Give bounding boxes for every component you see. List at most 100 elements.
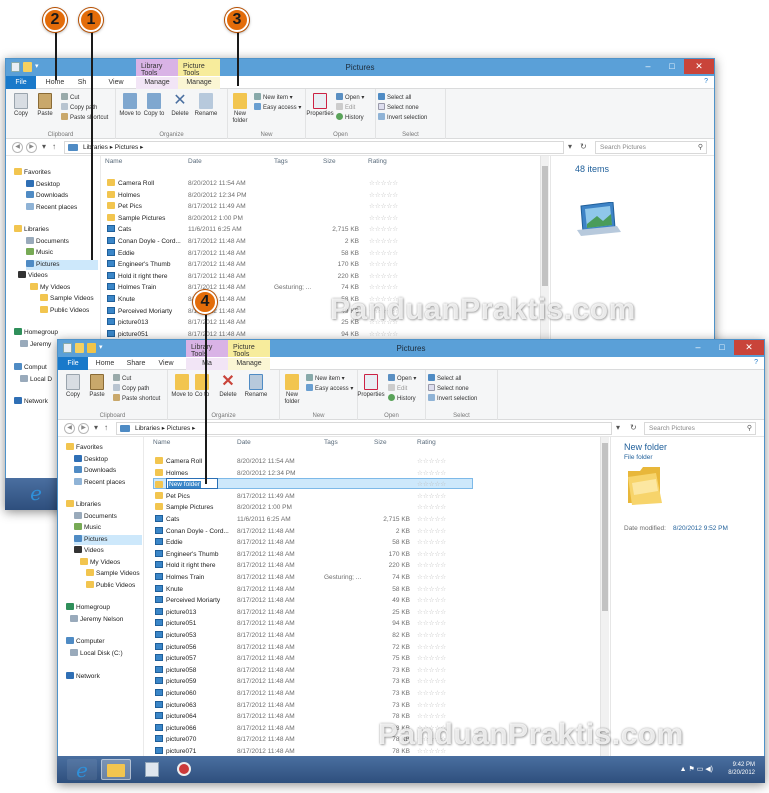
tab-view[interactable]: View	[154, 358, 178, 370]
nav-item[interactable]: Desktop	[74, 455, 108, 465]
rating-stars[interactable]: ☆☆☆☆☆	[417, 584, 446, 595]
rating-stars[interactable]: ☆☆☆☆☆	[417, 479, 446, 490]
table-row[interactable]: Pet Pics 8/17/2012 11:49 AM ☆☆☆☆☆	[107, 201, 427, 213]
history-button[interactable]: History	[388, 394, 416, 404]
nav-item[interactable]: My Videos	[30, 283, 70, 293]
select-none-button[interactable]: Select none	[378, 103, 419, 113]
rename-button[interactable]: Rename	[244, 374, 268, 399]
media-taskbar-button[interactable]	[169, 759, 199, 780]
nav-item[interactable]: Network	[14, 397, 48, 407]
rating-stars[interactable]: ☆☆☆☆☆	[417, 502, 446, 513]
nav-item[interactable]: Sample Videos	[86, 569, 140, 579]
maximize-icon[interactable]: □	[660, 59, 684, 74]
forward-button[interactable]: ▶	[26, 142, 37, 153]
tab-manage-library[interactable]: Ma	[186, 358, 228, 370]
table-row[interactable]: picture057 8/17/2012 11:48 AM 75 KB ☆☆☆☆☆	[155, 653, 475, 665]
rating-stars[interactable]: ☆☆☆☆☆	[417, 491, 446, 502]
new-folder-button[interactable]: New folder	[280, 374, 304, 406]
column-rating[interactable]: Rating	[417, 437, 436, 449]
rating-stars[interactable]: ☆☆☆☆☆	[369, 282, 398, 293]
history-button[interactable]: History	[336, 113, 364, 123]
rating-stars[interactable]: ☆☆☆☆☆	[417, 688, 446, 699]
rating-stars[interactable]: ☆☆☆☆☆	[369, 178, 398, 189]
maximize-icon[interactable]: □	[710, 340, 734, 355]
address-input[interactable]: Libraries ▸ Pictures ▸	[116, 422, 612, 435]
table-row[interactable]: picture058 8/17/2012 11:48 AM 73 KB ☆☆☆☆☆	[155, 665, 475, 677]
nav-item[interactable]: Comput	[14, 363, 47, 373]
rating-stars[interactable]: ☆☆☆☆☆	[417, 549, 446, 560]
rating-stars[interactable]: ☆☆☆☆☆	[417, 595, 446, 606]
properties-button[interactable]: Properties	[356, 374, 386, 399]
nav-item[interactable]: Music	[74, 523, 101, 533]
edit-button[interactable]: Edit	[388, 384, 407, 394]
table-row[interactable]: picture013 8/17/2012 11:48 AM 25 KB ☆☆☆☆☆	[155, 607, 475, 619]
rating-stars[interactable]: ☆☆☆☆☆	[417, 676, 446, 687]
table-row[interactable]: picture056 8/17/2012 11:48 AM 72 KB ☆☆☆☆☆	[155, 642, 475, 654]
file-explorer-taskbar-button[interactable]	[101, 759, 131, 780]
rating-stars[interactable]: ☆☆☆☆☆	[369, 190, 398, 201]
column-date[interactable]: Date	[237, 437, 251, 449]
rating-stars[interactable]: ☆☆☆☆☆	[369, 224, 398, 235]
paste-shortcut-button[interactable]: Paste shortcut	[61, 113, 108, 123]
rating-stars[interactable]: ☆☆☆☆☆	[369, 259, 398, 270]
table-row[interactable]: Conan Doyle - Cord... 8/17/2012 11:48 AM 2…	[155, 526, 475, 538]
nav-item[interactable]: Documents	[26, 237, 69, 247]
address-input[interactable]: Libraries ▸ Pictures ▸	[64, 141, 564, 154]
rating-stars[interactable]: ☆☆☆☆☆	[417, 630, 446, 641]
rating-stars[interactable]: ☆☆☆☆☆	[369, 213, 398, 224]
search-input[interactable]: Search Pictures ⚲	[644, 422, 756, 435]
select-all-button[interactable]: Select all	[428, 374, 461, 384]
table-row[interactable]: Pet Pics 8/17/2012 11:49 AM ☆☆☆☆☆	[155, 491, 475, 503]
nav-item[interactable]: Homegroup	[66, 603, 110, 613]
rating-stars[interactable]: ☆☆☆☆☆	[417, 572, 446, 583]
table-row[interactable]: Holmes Train 8/17/2012 11:48 AM Gesturing;…	[155, 572, 475, 584]
rating-stars[interactable]: ☆☆☆☆☆	[417, 700, 446, 711]
table-row[interactable]: Sample Pictures 8/20/2012 1:00 PM ☆☆☆☆☆	[155, 502, 475, 514]
up-icon[interactable]: ↑	[52, 142, 56, 151]
table-row[interactable]: Perceived Moriarty 8/17/2012 11:48 AM 49 K…	[155, 595, 475, 607]
tab-manage-picture[interactable]: Manage	[178, 77, 220, 89]
rating-stars[interactable]: ☆☆☆☆☆	[417, 526, 446, 537]
scrollbar-thumb[interactable]	[602, 443, 608, 611]
rating-stars[interactable]: ☆☆☆☆☆	[369, 271, 398, 282]
table-row[interactable]: picture060 8/17/2012 11:48 AM 73 KB ☆☆☆☆☆	[155, 688, 475, 700]
table-row[interactable]: New folder ☆☆☆☆☆	[155, 478, 475, 491]
column-tags[interactable]: Tags	[274, 156, 288, 168]
nav-item[interactable]: Computer	[66, 637, 105, 647]
rename-input[interactable]: New folder	[166, 478, 218, 490]
nav-item[interactable]: Music	[26, 248, 53, 258]
rating-stars[interactable]: ☆☆☆☆☆	[369, 236, 398, 247]
open-button[interactable]: Open ▾	[388, 374, 416, 384]
close-icon[interactable]: ✕	[734, 340, 764, 355]
column-rating[interactable]: Rating	[368, 156, 387, 168]
nav-item[interactable]: Public Videos	[86, 581, 135, 591]
nav-item[interactable]: Jeremy	[20, 340, 51, 350]
copy-path-button[interactable]: Copy path	[113, 384, 149, 394]
delete-button[interactable]: ✕ Delete	[168, 93, 192, 118]
back-button[interactable]: ◀	[64, 423, 75, 434]
column-size[interactable]: Size	[374, 437, 387, 449]
new-folder-button[interactable]: New folder	[228, 93, 252, 125]
table-row[interactable]: Holmes 8/20/2012 12:34 PM ☆☆☆☆☆	[107, 190, 427, 202]
help-icon[interactable]: ?	[704, 78, 708, 85]
minimize-icon[interactable]: –	[636, 59, 660, 74]
app-taskbar-button[interactable]	[137, 759, 167, 780]
invert-selection-button[interactable]: Invert selection	[428, 394, 477, 404]
table-row[interactable]: Cats 11/6/2011 6:25 AM 2,715 KB ☆☆☆☆☆	[107, 224, 427, 236]
cut-button[interactable]: Cut	[113, 374, 131, 384]
table-row[interactable]: Camera Roll 8/20/2012 11:54 AM ☆☆☆☆☆	[107, 178, 427, 190]
table-row[interactable]: Engineer's Thumb 8/17/2012 11:48 AM 170 KB…	[155, 549, 475, 561]
table-row[interactable]: Conan Doyle - Cord... 8/17/2012 11:48 AM 2…	[107, 236, 427, 248]
column-name[interactable]: Name	[105, 156, 122, 168]
table-row[interactable]: Hold it right there 8/17/2012 11:48 AM 220…	[155, 560, 475, 572]
rating-stars[interactable]: ☆☆☆☆☆	[417, 468, 446, 479]
paste-shortcut-button[interactable]: Paste shortcut	[113, 394, 160, 404]
refresh-icon[interactable]: ↻	[630, 423, 637, 432]
nav-item[interactable]: Downloads	[26, 191, 68, 201]
delete-button[interactable]: ✕ Delete	[216, 374, 240, 399]
easy-access-button[interactable]: Easy access ▾	[254, 103, 301, 113]
nav-item[interactable]: Pictures	[74, 535, 142, 545]
rating-stars[interactable]: ☆☆☆☆☆	[417, 618, 446, 629]
nav-item[interactable]: Recent places	[74, 478, 125, 488]
rating-stars[interactable]: ☆☆☆☆☆	[417, 537, 446, 548]
